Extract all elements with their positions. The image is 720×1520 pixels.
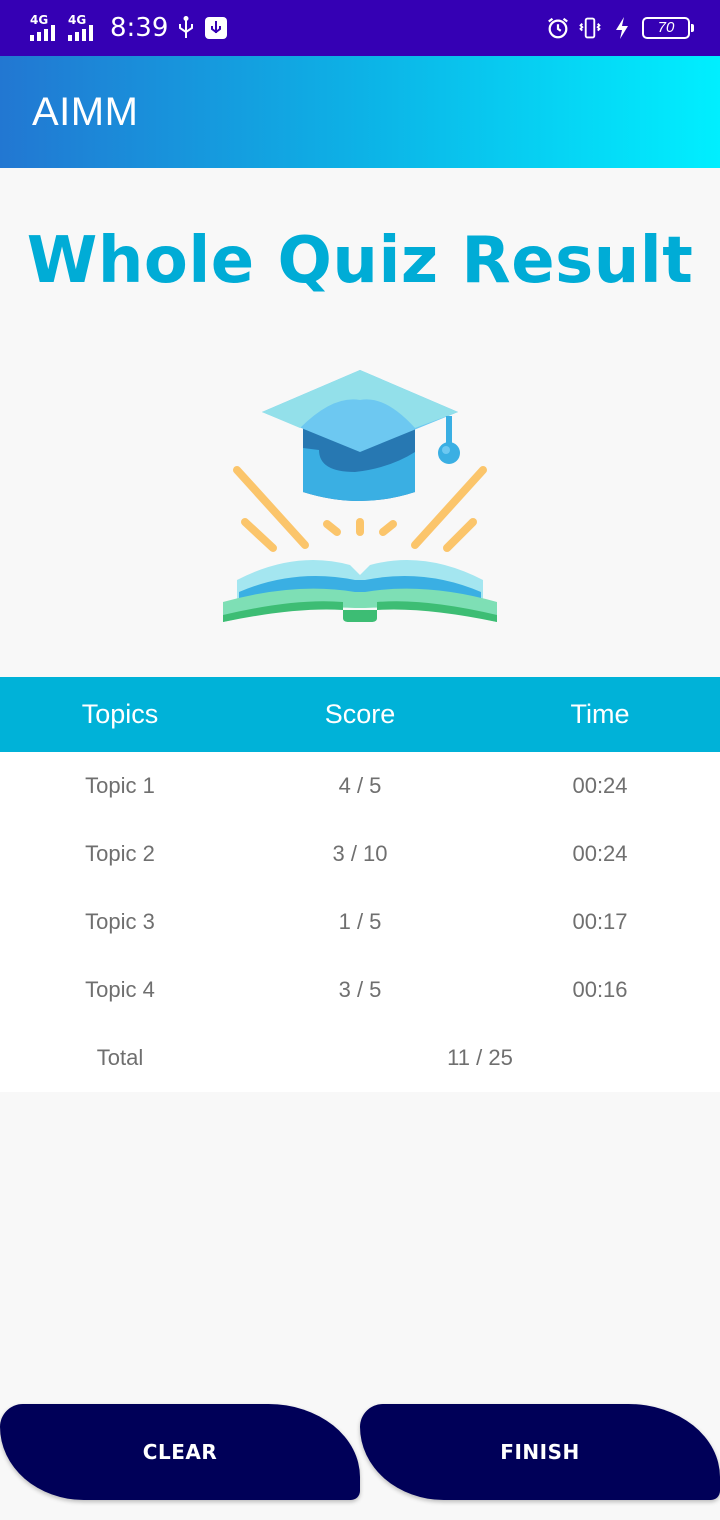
page-title: Whole Quiz Result (26, 224, 694, 298)
finish-button[interactable]: FINISH (360, 1404, 720, 1500)
alarm-icon (546, 14, 570, 42)
table-header: Topics Score Time (0, 677, 720, 752)
row-topic: Topic 2 (85, 841, 155, 866)
row-score: 3 / 10 (332, 841, 388, 866)
table-row: Topic 2 3 / 10 00:24 (0, 820, 720, 888)
header-score: Score (324, 699, 396, 729)
row-time: 00:16 (572, 977, 628, 1002)
clear-button[interactable]: CLEAR (0, 1404, 360, 1500)
status-time: 8:39 (110, 13, 169, 43)
charging-icon (610, 14, 634, 42)
total-score: 11 / 25 (447, 1045, 513, 1070)
row-time: 00:24 (572, 773, 628, 798)
row-topic: Topic 4 (85, 977, 155, 1002)
header-topics: Topics (81, 699, 159, 729)
signal-icon-1: 4G (30, 13, 62, 43)
status-left: 4G 4G 8:39 (30, 10, 228, 46)
row-time: 00:24 (572, 841, 628, 866)
row-topic: Topic 1 (85, 773, 155, 798)
row-time: 00:17 (572, 909, 628, 934)
status-right: 70 (546, 10, 694, 46)
row-topic: Topic 3 (85, 909, 155, 934)
row-score: 1 / 5 (338, 909, 382, 934)
usb-icon (174, 14, 198, 42)
total-row: Total 11 / 25 (0, 1024, 720, 1092)
battery-icon: 70 (642, 17, 694, 39)
results-table: Topic 1 4 / 5 00:24 Topic 2 3 / 10 00:24… (0, 752, 720, 1092)
usb-debug-icon (204, 14, 228, 42)
status-bar: 4G 4G 8:39 70 (0, 0, 720, 56)
header-time: Time (570, 699, 630, 729)
signal-icon-2: 4G (68, 13, 100, 43)
total-label: Total (96, 1045, 144, 1070)
row-score: 4 / 5 (338, 773, 382, 798)
vibrate-icon (578, 14, 602, 42)
app-title: AIMM (32, 90, 139, 134)
table-row: Topic 4 3 / 5 00:16 (0, 956, 720, 1024)
row-score: 3 / 5 (338, 977, 382, 1002)
table-row: Topic 3 1 / 5 00:17 (0, 888, 720, 956)
graduation-cap-and-open-book-icon (215, 360, 505, 630)
table-row: Topic 1 4 / 5 00:24 (0, 752, 720, 820)
app-bar: AIMM (0, 56, 720, 168)
